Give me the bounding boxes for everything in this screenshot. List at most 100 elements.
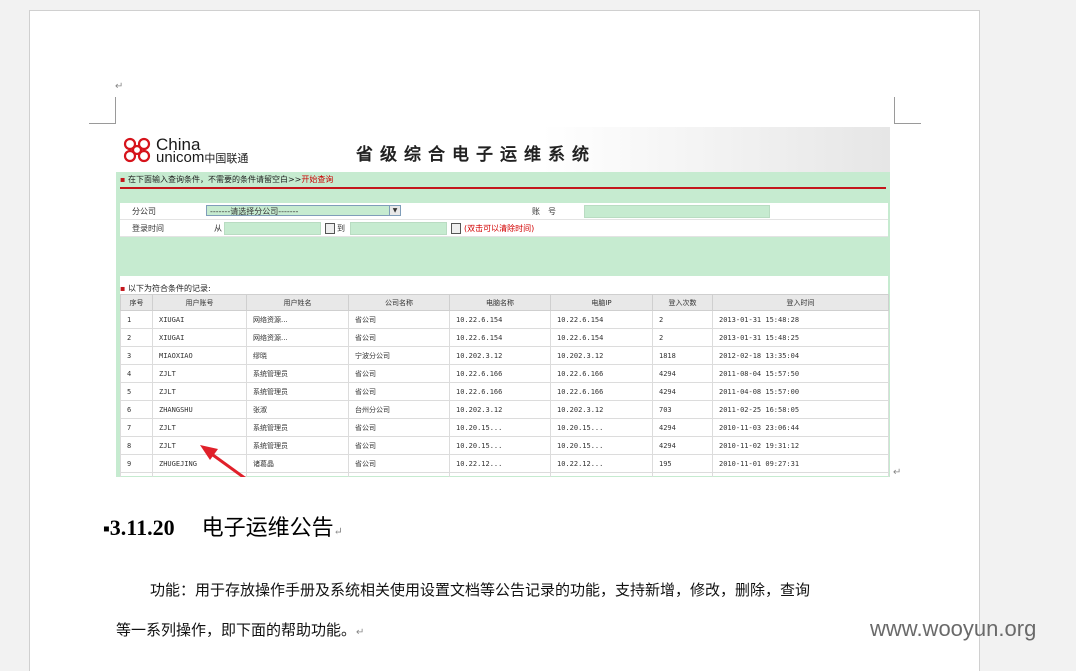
table-cell: 10.202.3.12 (550, 346, 653, 365)
start-time-input[interactable] (224, 222, 321, 235)
table-cell: 系统管理员 (246, 364, 349, 383)
company-select[interactable]: -------请选择分公司------- ▼ (206, 205, 401, 216)
crop-mark-right (894, 97, 921, 124)
table-cell: 系统管理员 (246, 418, 349, 437)
table-cell: 省公司 (348, 472, 450, 477)
table-row[interactable]: 8 ZJLT 系统管理员 省公司 10.20.15... 10.20.15... 4294 2… (120, 436, 889, 455)
results-table: 序号 用户账号 用户姓名 公司名称 电脑名称 电脑IP 登入次数 登入时间 1 XIUGAI 网络… (120, 294, 889, 477)
time-label: 登录时间 (132, 224, 164, 233)
table-cell: 703 (652, 400, 713, 419)
table-cell: 10.22.6.166 (449, 382, 551, 401)
table-cell: 10.20.15... (449, 418, 551, 437)
table-cell: 省公司 (348, 418, 450, 437)
table-cell: 省公司 (348, 328, 450, 347)
table-cell: 10.202.3.12 (550, 400, 653, 419)
table-cell: 台州分公司 (348, 400, 450, 419)
table-cell: 2011-04-08 15:57:00 (712, 382, 889, 401)
table-cell: 2 (120, 328, 153, 347)
table-cell: 2013-01-31 15:48:28 (712, 310, 889, 329)
system-title: 省级综合电子运维系统 (356, 145, 596, 165)
to-label: 到 (337, 224, 345, 233)
table-cell: ZJLT (152, 418, 247, 437)
table-row[interactable]: 1 XIUGAI 网络资源... 省公司 10.22.6.154 10.22.6.154 2… (120, 310, 889, 329)
table-cell: 2012-02-18 13:35:04 (712, 346, 889, 365)
table-cell: 4 (120, 364, 153, 383)
query-hint: ▪ 在下面输入查询条件，不需要的条件请留空白>>开始查询 (120, 175, 334, 184)
red-divider (120, 187, 886, 189)
table-cell: 10.22.6.154 (449, 310, 551, 329)
table-cell: 2010-11-02 19:31:12 (712, 436, 889, 455)
table-cell: MIAOXIAO (152, 346, 247, 365)
table-cell: 1818 (652, 346, 713, 365)
table-cell: 诸葛晶 (246, 454, 349, 473)
table-cell: 9 (120, 454, 153, 473)
table-cell: 2013-01-31 15:48:25 (712, 328, 889, 347)
table-cell: 2010-11-01 09:27:31 (712, 454, 889, 473)
table-cell: 网络资源... (246, 328, 349, 347)
table-row[interactable]: 9 ZHUGEJING 诸葛晶 省公司 10.22.12... 10.22.12... 19… (120, 454, 889, 473)
table-row[interactable]: 4 ZJLT 系统管理员 省公司 10.22.6.166 10.22.6.166 4294 2… (120, 364, 889, 383)
calendar-icon[interactable] (451, 223, 461, 234)
table-cell: 省公司 (348, 454, 450, 473)
table-cell: 2 (652, 328, 713, 347)
query-form: 分公司 -------请选择分公司------- ▼ 账 号 登录时间 从 到 … (120, 203, 888, 237)
table-cell: 3 (120, 346, 153, 365)
column-header: 用户账号 (152, 294, 247, 311)
system-banner: China unicom中国联通 省级综合电子运维系统 (116, 127, 890, 172)
watermark: www.wooyun.org (870, 616, 1037, 641)
table-row[interactable]: 3 MIAOXIAO 缪晓 宁波分公司 10.202.3.12 10.202.3.12 18… (120, 346, 889, 365)
clear-time-hint: (双击可以清除时间) (464, 224, 535, 233)
table-cell: 缪晓 (246, 346, 349, 365)
calendar-icon[interactable] (325, 223, 335, 234)
paragraph-mark: ↵ (115, 81, 124, 92)
table-cell: 8 (120, 436, 153, 455)
table-cell: 10.22.12... (550, 454, 653, 473)
table-row[interactable]: 10WANGWEIQIANG王为强省公司localhost127.0.0.132… (120, 472, 889, 477)
start-query-link[interactable]: 开始查询 (301, 175, 333, 184)
table-cell: 1 (120, 310, 153, 329)
table-cell: ZHUGEJING (152, 454, 247, 473)
end-time-input[interactable] (350, 222, 447, 235)
chevron-down-icon[interactable]: ▼ (389, 206, 400, 215)
table-cell: 10.20.15... (449, 436, 551, 455)
table-cell: 2 (652, 310, 713, 329)
paragraph-line: 等一系列操作，即下面的帮助功能。↵ (116, 621, 365, 639)
table-cell: 4294 (652, 382, 713, 401)
table-cell: 4294 (652, 418, 713, 437)
table-cell: 6 (120, 400, 153, 419)
section-heading: ▪3.11.20 电子运维公告↵ (103, 515, 343, 541)
table-cell: XIUGAI (152, 328, 247, 347)
table-cell: ZJLT (152, 382, 247, 401)
crop-mark-left (89, 97, 116, 124)
column-header: 电脑IP (550, 294, 653, 311)
table-cell: 4294 (652, 436, 713, 455)
table-cell: 195 (652, 454, 713, 473)
table-cell: 127.0.0.1 (550, 472, 653, 477)
table-cell: 10.22.6.166 (449, 364, 551, 383)
table-row[interactable]: 5 ZJLT 系统管理员 省公司 10.22.6.166 10.22.6.166 4294 2… (120, 382, 889, 401)
column-header: 登入次数 (652, 294, 713, 311)
table-row[interactable]: 2 XIUGAI 网络资源... 省公司 10.22.6.154 10.22.6.154 2… (120, 328, 889, 347)
table-cell: 省公司 (348, 364, 450, 383)
table-cell: 10.22.6.166 (550, 364, 653, 383)
table-cell: localhost (449, 472, 551, 477)
heading-number: 3.11.20 (109, 515, 175, 540)
table-cell: 10 (120, 472, 153, 477)
table-cell: 10.202.3.12 (449, 346, 551, 365)
column-header: 登入时间 (712, 294, 889, 311)
china-unicom-logo-icon (123, 137, 151, 163)
form-row-time: 登录时间 从 到 (双击可以清除时间) (120, 220, 888, 237)
table-row[interactable]: 6 ZHANGSHU 张淑 台州分公司 10.202.3.12 10.202.3.12 70… (120, 400, 889, 419)
results-panel: ▪ 以下为符合条件的记录: 序号 用户账号 用户姓名 公司名称 电脑名称 电脑IP 登入次数… (120, 276, 889, 477)
table-cell: 网络资源... (246, 310, 349, 329)
table-cell: 系统管理员 (246, 436, 349, 455)
column-header: 用户姓名 (246, 294, 349, 311)
table-cell: 5 (120, 382, 153, 401)
table-cell: WANGWEIQIANG (152, 472, 247, 477)
table-cell: XIUGAI (152, 310, 247, 329)
account-input[interactable] (584, 205, 770, 218)
table-row[interactable]: 7 ZJLT 系统管理员 省公司 10.20.15... 10.20.15... 4294 2… (120, 418, 889, 437)
table-cell: ZJLT (152, 364, 247, 383)
company-label: 分公司 (132, 207, 156, 216)
account-label: 账 号 (532, 207, 556, 216)
